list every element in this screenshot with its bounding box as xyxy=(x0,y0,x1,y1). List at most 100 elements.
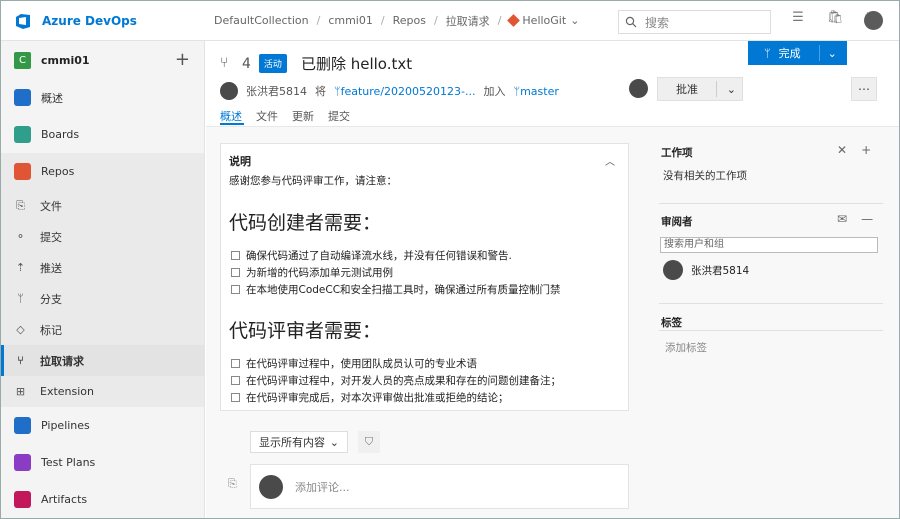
shopping-bag-icon[interactable]: 🛍 xyxy=(827,11,844,25)
sidebar-item-pipelines[interactable]: Pipelines xyxy=(1,407,204,444)
work-items-title: 工作项 xyxy=(661,147,693,159)
complete-button[interactable]: ᛘ 完成 ⌄ xyxy=(748,41,847,65)
sidebar: C cmmi01 + 概述 Boards Repos ⎘ 文件 ⚬ 提交 ⇡ 推… xyxy=(1,41,205,518)
status-badge: 活动 xyxy=(258,54,287,73)
sidebar-item-label: Boards xyxy=(41,128,80,141)
user-avatar[interactable] xyxy=(864,11,883,30)
divider xyxy=(715,81,717,97)
sidebar-item-label: Extension xyxy=(40,385,95,398)
pr-meta: 张洪君5814 将 ᛘfeature/20200520123-... 加入 ᛘm… xyxy=(220,82,559,100)
checkbox[interactable] xyxy=(231,359,240,368)
breadcrumb-repo-selector[interactable]: HelloGit ⌄ xyxy=(501,14,587,27)
branch-icon: ᛘ xyxy=(17,292,24,305)
checkbox[interactable] xyxy=(231,251,240,260)
sidebar-item-overview[interactable]: 概述 xyxy=(1,79,204,116)
approve-label: 批准 xyxy=(676,83,698,96)
project-badge: C xyxy=(14,51,31,69)
sidebar-item-extension[interactable]: ⊞ Extension xyxy=(1,376,204,407)
sidebar-item-branches[interactable]: ᛘ 分支 xyxy=(1,283,204,314)
add-tag-link[interactable]: 添加标签 xyxy=(665,340,707,355)
divider xyxy=(818,45,820,61)
minus-icon[interactable]: — xyxy=(861,212,873,226)
sidebar-item-test-plans[interactable]: Test Plans xyxy=(1,444,204,481)
chevron-up-icon[interactable]: ︿ xyxy=(605,153,615,168)
checkbox[interactable] xyxy=(231,393,240,402)
sidebar-item-repos[interactable]: Repos xyxy=(1,153,204,190)
pr-header: ⑂ 4 活动 已删除 hello.txt xyxy=(220,53,412,74)
tags-title: 标签 xyxy=(661,317,682,329)
search-icon xyxy=(625,16,637,28)
pipelines-icon xyxy=(14,417,31,434)
sidebar-item-pull-requests[interactable]: ⑂ 拉取请求 xyxy=(1,345,204,376)
tab-updates[interactable]: 更新 xyxy=(292,108,314,124)
into-label: 加入 xyxy=(483,85,506,98)
checkbox[interactable] xyxy=(231,268,240,277)
sidebar-item-label: 文件 xyxy=(40,199,62,213)
file-icon: ⎘ xyxy=(16,199,25,212)
project-name: cmmi01 xyxy=(41,53,90,67)
sidebar-item-pushes[interactable]: ⇡ 推送 xyxy=(1,252,204,283)
add-icon[interactable]: + xyxy=(175,51,190,69)
reviewer-search-input[interactable]: 搜索用户和组 xyxy=(660,237,878,253)
window: Azure DevOps DefaultCollection / cmmi01 … xyxy=(0,0,900,519)
description-intro: 感谢您参与代码评审工作，请注意： xyxy=(229,175,397,187)
boards-icon xyxy=(14,126,31,143)
breadcrumb-collection[interactable]: DefaultCollection xyxy=(206,14,317,27)
add-icon[interactable]: + xyxy=(861,143,871,157)
approve-button[interactable]: 批准 ⌄ xyxy=(657,77,743,101)
source-branch-link[interactable]: ᛘfeature/20200520123-... xyxy=(334,85,475,98)
active-tab-indicator xyxy=(220,123,244,125)
project-header[interactable]: C cmmi01 + xyxy=(1,41,204,79)
sidebar-item-label: 提交 xyxy=(40,230,62,244)
chevron-down-icon[interactable]: ⌄ xyxy=(828,47,837,60)
logo[interactable]: Azure DevOps xyxy=(1,11,206,31)
repo-name: HelloGit xyxy=(522,14,567,27)
divider xyxy=(659,303,883,304)
tab-commits[interactable]: 提交 xyxy=(328,108,350,124)
grid-icon: ⊞ xyxy=(15,385,26,398)
sidebar-item-label: 标记 xyxy=(40,323,62,337)
tab-files[interactable]: 文件 xyxy=(256,108,278,124)
pr-tabs: 概述 文件 更新 提交 xyxy=(220,108,350,124)
chevron-down-icon[interactable]: ⌄ xyxy=(727,83,736,96)
target-branch-link[interactable]: ᛘmaster xyxy=(513,85,558,98)
breadcrumb-repos[interactable]: Repos xyxy=(385,14,434,27)
repos-icon xyxy=(14,163,31,180)
checkbox[interactable] xyxy=(231,376,240,385)
section-heading-creator: 代码创建者需要： xyxy=(229,212,382,234)
breadcrumb-project[interactable]: cmmi01 xyxy=(320,14,381,27)
overview-icon xyxy=(14,89,31,106)
checklist-item: 在代码评审过程中，对开发人员的亮点成果和存在的问题创建备注； xyxy=(231,373,561,388)
discussion-filter-row: 显示所有内容 ⌄ ⛉ xyxy=(250,431,380,453)
sidebar-item-files[interactable]: ⎘ 文件 xyxy=(1,190,204,221)
sidebar-item-commits[interactable]: ⚬ 提交 xyxy=(1,221,204,252)
comment-box[interactable]: 添加评论... xyxy=(250,464,629,509)
sidebar-item-label: Pipelines xyxy=(41,419,90,432)
merge-icon: ᛘ xyxy=(764,46,771,60)
divider xyxy=(659,330,883,331)
section-heading-reviewer: 代码评审者需要： xyxy=(229,320,382,342)
discussion-filter-dropdown[interactable]: 显示所有内容 ⌄ xyxy=(250,431,348,453)
description-title: 说明 xyxy=(229,155,251,168)
close-icon[interactable]: ✕ xyxy=(837,143,847,157)
breadcrumb-pull-requests[interactable]: 拉取请求 xyxy=(438,13,498,29)
comment-icon: ⎘ xyxy=(228,477,237,490)
tab-overview[interactable]: 概述 xyxy=(220,108,242,124)
filter-icon[interactable]: ⛉ xyxy=(358,431,380,453)
comment-input[interactable]: 添加评论... xyxy=(295,479,350,495)
more-actions-button[interactable]: ⋯ xyxy=(851,77,877,101)
reviewer-entry[interactable]: 张洪君5814 xyxy=(663,260,749,280)
description-card: 说明 ︿ 感谢您参与代码评审工作，请注意： 代码创建者需要： 确保代码通过了自动… xyxy=(220,143,629,411)
search-placeholder: 搜索 xyxy=(645,15,670,30)
list-icon[interactable]: ☰ xyxy=(791,11,805,25)
sidebar-item-boards[interactable]: Boards xyxy=(1,116,204,153)
breadcrumb: DefaultCollection / cmmi01 / Repos / 拉取请… xyxy=(206,13,587,29)
search-box[interactable]: 搜索 xyxy=(618,10,771,34)
sidebar-item-artifacts[interactable]: Artifacts xyxy=(1,481,204,518)
checkbox[interactable] xyxy=(231,285,240,294)
testplans-icon xyxy=(14,454,31,471)
pr-author[interactable]: 张洪君5814 xyxy=(246,83,307,99)
sidebar-item-tags[interactable]: ◇ 标记 xyxy=(1,314,204,345)
push-icon: ⇡ xyxy=(15,261,26,274)
mail-icon[interactable]: ✉ xyxy=(837,212,847,226)
